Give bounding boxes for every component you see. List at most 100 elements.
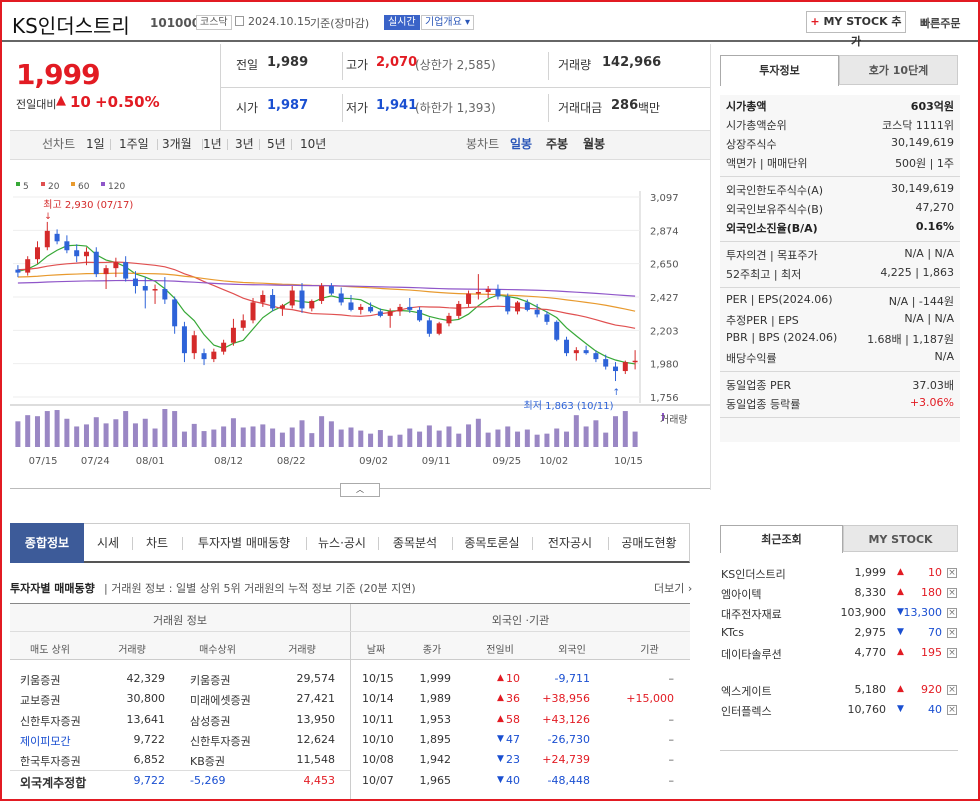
period-tab-1[interactable]: 1주일 <box>119 130 149 158</box>
trader-desc-text: 거래원 정보 : 일별 상위 5위 거래원의 누적 정보 기준 (20분 지연) <box>111 582 416 595</box>
period-tab-2[interactable]: 3개월 <box>162 130 192 158</box>
row-foreign: +24,739 <box>542 753 590 767</box>
buy-volume: 13,950 <box>296 712 336 726</box>
candle-body <box>485 289 491 293</box>
candle-body <box>279 305 285 309</box>
volume-bar <box>495 429 501 447</box>
candle-body <box>113 262 119 269</box>
candle-body <box>221 342 227 352</box>
row-change: 58 <box>506 712 520 726</box>
period-tab-5[interactable]: 5년 <box>267 130 286 158</box>
candle-body <box>534 309 540 315</box>
invest-label-g1-0: 시가총액 <box>726 100 767 113</box>
main-tab-8[interactable]: 공매도현황 <box>608 523 690 563</box>
candle-body <box>211 351 217 360</box>
tab-recent[interactable]: 최근조회 <box>720 525 843 553</box>
recent-price-1: 8,330 <box>854 586 887 599</box>
y-tick-label: 2,874 <box>650 226 679 237</box>
row-change: 23 <box>506 753 520 767</box>
recent-change-1: 180 <box>921 586 942 599</box>
candle-body <box>573 350 579 354</box>
main-tab-6[interactable]: 종목토론실 <box>452 523 532 563</box>
main-tab-0[interactable]: 종합정보 <box>10 523 84 563</box>
invest-label-g3-1: 52주최고 | 최저 <box>726 268 802 281</box>
recent-name-4[interactable]: 데이타솔루션 <box>721 646 782 662</box>
add-mystock-button[interactable]: + MY STOCK 추가 <box>806 11 906 48</box>
recent-name-3[interactable]: KTcs <box>721 626 744 639</box>
lower-limit: (하한가 1,393) <box>415 101 496 115</box>
candle-body <box>407 306 413 310</box>
recent-name-5[interactable]: 엑스게이트 <box>721 683 772 699</box>
realtime-badge[interactable]: 실시간 <box>384 15 420 30</box>
more-label: 더보기 <box>654 582 685 595</box>
volume-bar <box>270 428 276 447</box>
remove-icon[interactable]: × <box>947 705 957 715</box>
low-label: 저가 <box>346 101 369 115</box>
remove-icon[interactable]: × <box>947 685 957 695</box>
amount-unit: 백만 <box>638 101 661 115</box>
buy-broker: 신한투자증권 <box>190 734 251 748</box>
col-header-3: 거래량 <box>288 645 316 656</box>
main-tab-7[interactable]: 전자공시 <box>532 523 608 563</box>
stock-title: KS인더스트리 <box>12 14 130 38</box>
volume-bar <box>15 421 21 447</box>
candle-body <box>123 262 129 279</box>
main-tab-2[interactable]: 차트 <box>132 523 182 563</box>
recent-price-2: 103,900 <box>840 606 887 619</box>
volume-value: 142,966 <box>602 55 662 70</box>
row-date: 10/11 <box>362 712 394 726</box>
volume-bar <box>299 420 305 447</box>
main-tab-4[interactable]: 뉴스·공시 <box>306 523 378 563</box>
quote-date: 2024.10.15 <box>248 15 311 28</box>
period-tab-6[interactable]: 10년 <box>300 130 326 158</box>
tab-orderbook[interactable]: 호가 10단계 <box>839 55 958 85</box>
volume-bar <box>358 430 364 447</box>
main-tab-3[interactable]: 투자자별 매매동향 <box>182 523 306 563</box>
col-header-0: 매도 상위 <box>30 645 70 656</box>
invest-label-g4-2: PBR | BPS (2024.06) <box>726 331 838 344</box>
period-tab-0[interactable]: 1일 <box>86 130 105 158</box>
recent-price-5: 5,180 <box>854 683 887 696</box>
up-arrow-icon: ▲ <box>56 93 66 108</box>
period-tab-4[interactable]: 3년 <box>235 130 254 158</box>
remove-icon[interactable]: × <box>947 628 957 638</box>
tab-mystock[interactable]: MY STOCK <box>843 525 958 552</box>
quick-order-link[interactable]: 빠른주문 <box>920 15 960 31</box>
buy-volume: 27,421 <box>296 692 336 706</box>
candle-tab-0[interactable]: 일봉 <box>510 130 532 158</box>
sell-broker: 신한투자증권 <box>20 714 81 728</box>
volume-bar <box>250 426 256 447</box>
candle-body <box>417 309 423 321</box>
buy-volume: 29,574 <box>296 672 336 685</box>
collapse-chart-button[interactable]: ︿ <box>340 483 380 497</box>
candle-body <box>309 300 315 309</box>
remove-icon[interactable]: × <box>947 588 957 598</box>
candle-tab-2[interactable]: 월봉 <box>583 130 605 158</box>
main-tab-1[interactable]: 시세 <box>84 523 132 563</box>
remove-icon[interactable]: × <box>947 608 957 618</box>
recent-change-2: 13,300 <box>903 606 943 619</box>
low-annotation: 최저 1,863 (10/11) <box>524 400 614 412</box>
change-label: 전일대비 <box>16 98 57 111</box>
sell-broker: 교보증권 <box>20 694 61 708</box>
calendar-icon <box>235 16 244 26</box>
candle-body <box>554 321 560 340</box>
volume-bar <box>475 418 481 447</box>
invest-value-g3-0: N/A | N/A <box>904 247 954 260</box>
invest-label-g2-0: 외국인한도주식수(A) <box>726 184 824 197</box>
remove-icon[interactable]: × <box>947 648 957 658</box>
company-info-dropdown[interactable]: 기업개요 ▾ <box>421 15 475 30</box>
recent-name-2[interactable]: 대주전자재료 <box>721 606 782 622</box>
candle-tab-1[interactable]: 주봉 <box>546 130 568 158</box>
candle-body <box>103 268 109 275</box>
recent-name-1[interactable]: 엠아이텍 <box>721 586 761 602</box>
recent-name-0[interactable]: KS인더스트리 <box>721 566 786 582</box>
remove-icon[interactable]: × <box>947 568 957 578</box>
sell-broker: 한국투자증권 <box>20 755 81 769</box>
tab-invest-info[interactable]: 투자정보 <box>720 55 839 86</box>
recent-name-6[interactable]: 인터플렉스 <box>721 703 772 719</box>
more-link[interactable]: 더보기 › <box>654 580 692 596</box>
period-tab-3[interactable]: 1년 <box>203 130 222 158</box>
main-tab-5[interactable]: 종목분석 <box>378 523 452 563</box>
trader-section-desc: | 거래원 정보 : 일별 상위 5위 거래원의 누적 정보 기준 (20분 지… <box>104 582 416 595</box>
